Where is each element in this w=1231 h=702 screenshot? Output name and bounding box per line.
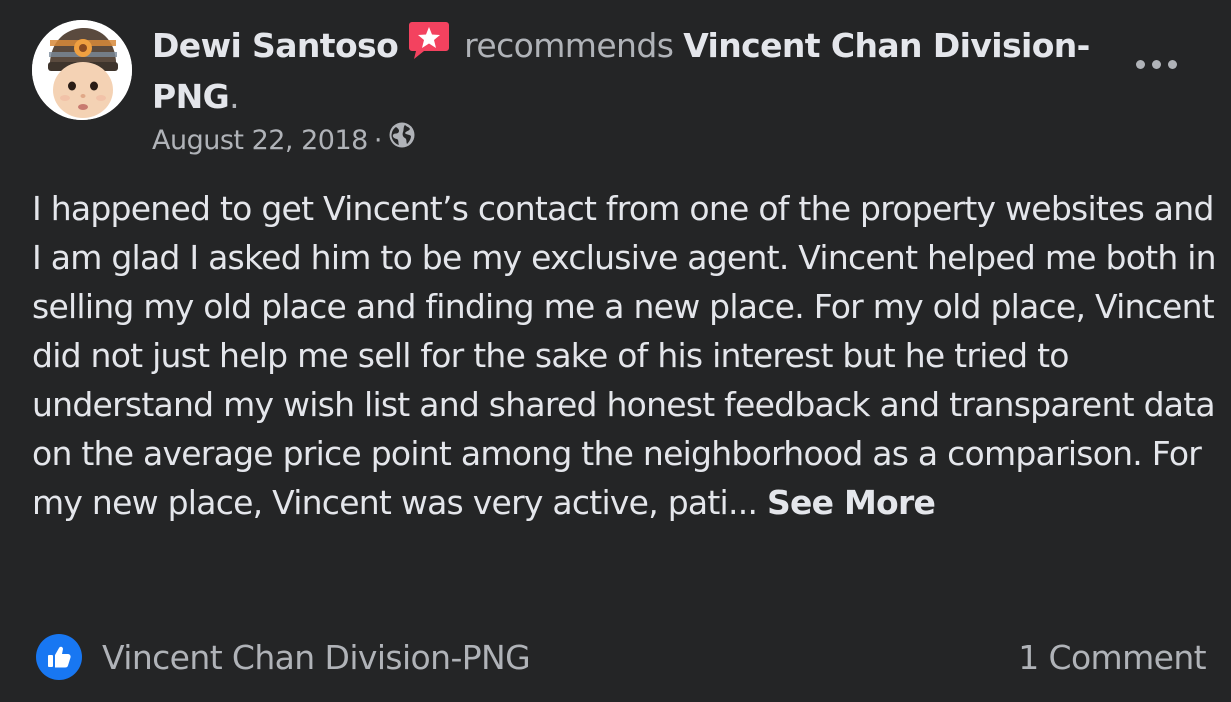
author-avatar[interactable] (32, 20, 132, 120)
author-name[interactable]: Dewi Santoso (152, 26, 399, 65)
more-dot-icon (1168, 60, 1177, 69)
more-dot-icon (1152, 60, 1161, 69)
post-footer: Vincent Chan Division-PNG 1 Comment (36, 630, 1207, 684)
post-meta: August 22, 2018 · (152, 121, 416, 161)
post-text: I happened to get Vincent’s contact from… (32, 189, 1217, 522)
footer-page-link[interactable]: Vincent Chan Division-PNG (102, 638, 531, 677)
more-options-button[interactable] (1134, 50, 1180, 78)
globe-icon[interactable] (388, 121, 416, 161)
meta-separator: · (373, 125, 383, 156)
thumbs-up-icon[interactable] (36, 634, 82, 680)
post-body: I happened to get Vincent’s contact from… (32, 184, 1222, 527)
post-date[interactable]: August 22, 2018 (152, 121, 368, 161)
see-more-link[interactable]: See More (767, 483, 936, 522)
more-dot-icon (1136, 60, 1145, 69)
recommendation-star-icon[interactable] (408, 20, 450, 73)
post-header: Dewi Santoso recommends Vincent Chan Divi… (152, 20, 1112, 121)
comment-count[interactable]: 1 Comment (1018, 638, 1206, 677)
action-text: recommends (464, 26, 674, 65)
avatar-image (32, 20, 132, 120)
header-period: . (229, 77, 239, 116)
